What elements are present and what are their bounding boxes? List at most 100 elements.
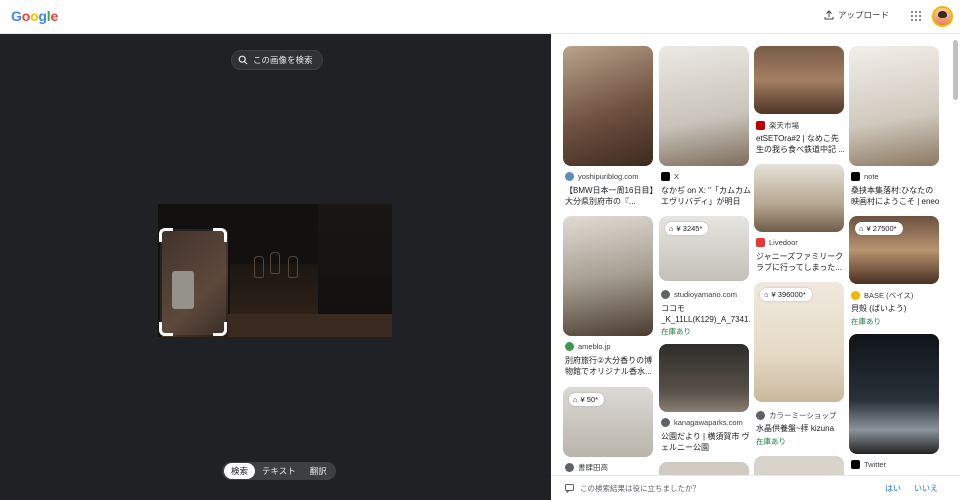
result-thumbnail[interactable]: ⌂ ¥ 396000* xyxy=(754,282,844,402)
result-title[interactable]: 桑挟本集落村:ひなたの映画村にようこそ | eneo xyxy=(851,185,941,207)
tag-icon: ⌂ xyxy=(669,224,674,233)
result-title[interactable]: 【BMW日本一周16日目】大分県別府市の『... xyxy=(565,185,655,207)
uploaded-photo[interactable] xyxy=(158,204,392,337)
crop-handle-bottom-left[interactable] xyxy=(159,322,173,336)
tab-search[interactable]: 検索 xyxy=(224,463,256,479)
selected-region[interactable] xyxy=(160,229,226,335)
source-label: Livedoor xyxy=(769,238,798,247)
globe-icon xyxy=(661,290,670,299)
result-title[interactable]: なかぢ on X: "「カムカムエヴリバディ」が明日最... xyxy=(661,185,751,207)
result-thumbnail[interactable]: ⌂ ¥ 50* xyxy=(563,387,653,457)
lens-search-icon xyxy=(238,55,248,65)
tag-icon: ⌂ xyxy=(573,395,578,404)
feedback-bar: この検索結果は役に立ちましたか？ はい いいえ xyxy=(551,475,960,500)
result-thumbnail[interactable] xyxy=(754,46,844,114)
tab-translate[interactable]: 翻訳 xyxy=(303,463,334,479)
globe-icon xyxy=(661,418,670,427)
site-favicon-icon xyxy=(565,172,574,181)
result-source[interactable]: note xyxy=(851,172,879,181)
result-source[interactable]: Livedoor xyxy=(756,238,798,247)
result-thumbnail[interactable] xyxy=(659,46,749,166)
result-thumbnail[interactable]: ⌂ ¥ 3245* xyxy=(659,216,749,281)
result-thumbnail[interactable] xyxy=(849,46,939,166)
result-source[interactable]: 書肆田高 xyxy=(565,462,608,473)
crop-handle-bottom-right[interactable] xyxy=(213,322,227,336)
search-this-image-label: この画像を検索 xyxy=(253,55,313,65)
result-source[interactable]: yoshipuriblog.com xyxy=(565,172,638,181)
source-label: カラーミーショップ xyxy=(769,411,837,420)
source-label: 書肆田高 xyxy=(578,463,608,472)
result-source[interactable]: カラーミーショップ xyxy=(756,410,836,421)
result-thumbnail[interactable] xyxy=(849,334,939,454)
x-logo-icon xyxy=(661,172,670,181)
crop-handle-top-left[interactable] xyxy=(159,228,173,242)
x-logo-icon xyxy=(851,460,860,469)
price-tag: ⌂ ¥ 396000* xyxy=(760,288,812,301)
base-shop-icon xyxy=(851,291,860,300)
globe-icon xyxy=(756,411,765,420)
result-source[interactable]: 楽天市場 xyxy=(756,120,799,131)
mode-tabs: 検索 テキスト 翻訳 xyxy=(222,462,336,480)
search-this-image-button[interactable]: この画像を検索 xyxy=(231,50,323,70)
feedback-yes-button[interactable]: はい xyxy=(885,483,901,494)
source-label: note xyxy=(864,172,879,181)
result-title[interactable]: 貝殻 (ばいよう) xyxy=(851,303,941,314)
avatar[interactable] xyxy=(932,6,953,27)
result-thumbnail[interactable] xyxy=(754,164,844,232)
price-tag: ⌂ ¥ 50* xyxy=(569,393,605,406)
feedback-icon xyxy=(565,483,574,493)
logo-letter: o xyxy=(21,8,31,24)
result-source[interactable]: ameblo.jp xyxy=(565,342,611,351)
result-thumbnail[interactable] xyxy=(563,216,653,336)
apps-grid-icon[interactable] xyxy=(911,11,921,21)
result-thumbnail[interactable] xyxy=(563,46,653,166)
in-stock-label: 在庫あり xyxy=(661,327,691,336)
result-title[interactable]: ココモ _K_11LL(K129)_A_7341... xyxy=(661,303,751,325)
logo-letter: G xyxy=(11,8,22,24)
feedback-question: この検索結果は役に立ちましたか？ xyxy=(565,483,700,494)
result-thumbnail[interactable] xyxy=(659,344,749,412)
source-label: kanagawaparks.com xyxy=(674,418,743,427)
note-icon xyxy=(851,172,860,181)
globe-icon xyxy=(565,463,574,472)
upload-button[interactable]: アップロード xyxy=(824,9,889,21)
in-stock-label: 在庫あり xyxy=(756,437,786,446)
result-source[interactable]: X xyxy=(661,172,679,181)
image-preview-panel: この画像を検索 検索 テキスト 翻訳 xyxy=(0,34,551,500)
result-source[interactable]: kanagawaparks.com xyxy=(661,418,743,427)
livedoor-icon xyxy=(756,238,765,247)
price-tag: ⌂ ¥ 27500* xyxy=(855,222,903,235)
upload-icon xyxy=(824,10,834,20)
logo-letter: g xyxy=(38,8,47,24)
logo-letter: o xyxy=(30,8,39,24)
rakuten-icon xyxy=(756,121,765,130)
source-label: yoshipuriblog.com xyxy=(578,172,639,181)
google-logo[interactable]: Google xyxy=(11,8,58,24)
feedback-question-text: この検索結果は役に立ちましたか？ xyxy=(580,483,700,493)
top-bar: Google アップロード xyxy=(0,0,960,34)
results-panel: yoshipuriblog.com 【BMW日本一周16日目】大分県別府市の『.… xyxy=(551,34,960,500)
in-stock-label: 在庫あり xyxy=(851,317,881,326)
site-favicon-icon xyxy=(565,342,574,351)
result-title[interactable]: 別府旅行②大分香りの博物館でオリジナル香水... xyxy=(565,355,655,377)
feedback-no-button[interactable]: いいえ xyxy=(914,483,938,494)
result-source[interactable]: BASE (ベイス) xyxy=(851,290,913,301)
result-title[interactable]: 公園だより | 横須賀市 ヴェルニー公園 xyxy=(661,431,751,453)
source-label: Twitter xyxy=(864,460,887,469)
result-thumbnail[interactable]: ⌂ ¥ 27500* xyxy=(849,216,939,284)
crop-handle-top-right[interactable] xyxy=(213,228,227,242)
result-title[interactable]: etSETOra#2 | なめこ先生の我ら食べ鉄道中記 ... xyxy=(756,133,846,155)
source-label: BASE (ベイス) xyxy=(864,291,914,300)
result-title[interactable]: 水晶供養盤~拝 kizuna xyxy=(756,423,846,434)
result-source[interactable]: studioyamano.com xyxy=(661,290,737,299)
result-source[interactable]: Twitter xyxy=(851,460,886,469)
price-value: ¥ 50* xyxy=(580,395,599,404)
source-label: X xyxy=(674,172,680,181)
source-label: 楽天市場 xyxy=(769,121,799,130)
source-label: studioyamano.com xyxy=(674,290,737,299)
price-value: ¥ 27500* xyxy=(866,224,897,233)
tag-icon: ⌂ xyxy=(859,224,864,233)
tab-text[interactable]: テキスト xyxy=(255,463,303,479)
result-title[interactable]: ジャニーズファミリークラブに行ってしまった... xyxy=(756,251,846,273)
results-scrollbar[interactable] xyxy=(953,40,958,100)
